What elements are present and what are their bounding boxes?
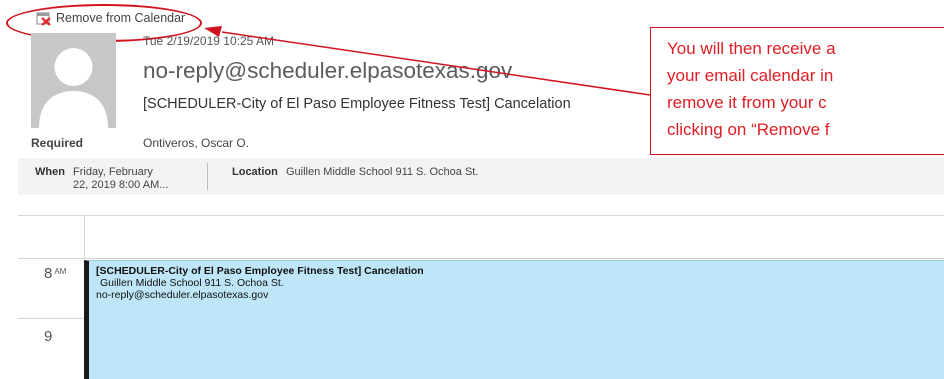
callout-text: You will then receive a your email calen… [667,35,836,143]
hour-label-9: 9 [44,328,53,345]
hour-line-9 [18,318,84,319]
when-value-line2: 22, 2019 8:00 AM... [73,179,169,191]
calendar-remove-icon [36,11,51,26]
hour-label-8: 8 AM [44,265,66,282]
remove-from-calendar-label: Remove from Calendar [56,11,186,25]
message-subject: [SCHEDULER-City of El Paso Employee Fitn… [143,96,571,112]
instruction-callout: You will then receive a your email calen… [650,27,944,155]
event-location: Guillen Middle School 911 S. Ochoa St. [100,277,284,289]
callout-line-2: your email calendar in [667,66,834,85]
required-label: Required [31,136,84,150]
hour-8-number: 8 [44,265,53,282]
info-divider [207,163,208,190]
hour-8-suffix: AM [54,267,67,276]
event-organizer: no-reply@scheduler.elpasotexas.gov [96,289,269,301]
message-date: Tue 2/19/2019 10:25 AM [143,34,274,48]
callout-line-3: remove it from your c [667,93,827,112]
when-value-line1: Friday, February [73,166,153,178]
location-value: Guillen Middle School 911 S. Ochoa St. [286,166,479,178]
attendee-name[interactable]: Ontiveros, Oscar O. [143,136,249,150]
callout-line-4: clicking on “Remove f [667,120,830,139]
when-value: Friday, February 22, 2019 8:00 AM... [73,166,183,192]
location-label: Location [232,166,278,178]
person-silhouette-icon [31,33,116,128]
callout-line-1: You will then receive a [667,39,836,58]
calendar-time-separator [18,258,84,259]
calendar-all-day-area[interactable] [84,215,944,259]
avatar [31,33,116,128]
remove-from-calendar-button[interactable]: Remove from Calendar [36,8,185,28]
event-title: [SCHEDULER-City of El Paso Employee Fitn… [96,265,424,277]
when-label: When [35,166,65,178]
sender-address[interactable]: no-reply@scheduler.elpasotexas.gov [143,58,512,84]
